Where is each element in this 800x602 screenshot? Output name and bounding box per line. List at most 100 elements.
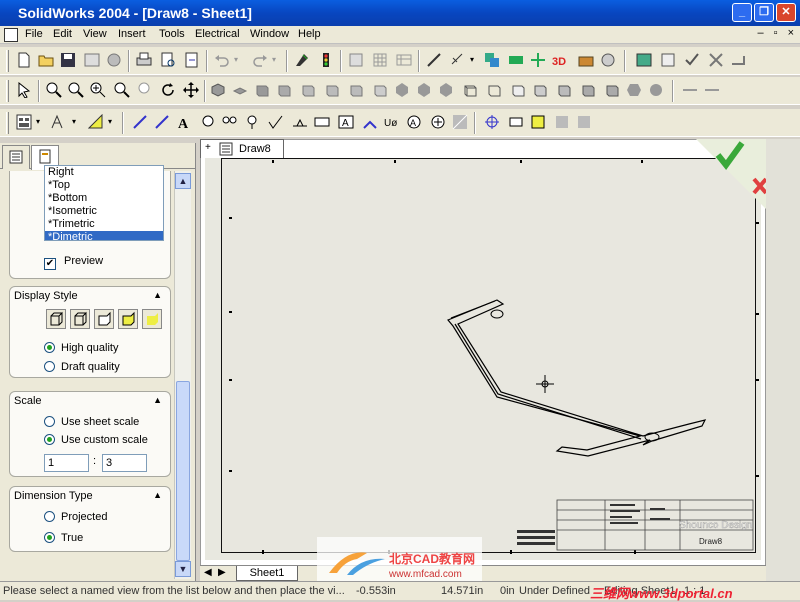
dowel-pin-icon[interactable] (554, 114, 570, 130)
weld-icon[interactable] (708, 52, 724, 68)
traffic-light-icon[interactable] (318, 52, 334, 68)
view-item-dimetric[interactable]: *Dimetric (45, 231, 163, 240)
surface-finish-icon[interactable] (268, 114, 284, 130)
right-view-icon[interactable] (300, 82, 316, 98)
balloon-icon[interactable] (200, 114, 216, 130)
menu-window[interactable]: Window (250, 28, 289, 40)
menu-insert[interactable]: Insert (118, 28, 146, 40)
menu-help[interactable]: Help (298, 28, 321, 40)
mdi-minimize-button[interactable]: – (758, 27, 764, 39)
print-icon[interactable] (136, 52, 152, 68)
left-view-icon[interactable] (276, 82, 292, 98)
normal-to-icon[interactable] (438, 82, 454, 98)
view-item-isometric[interactable]: *Isometric (45, 205, 163, 218)
undo-icon[interactable] (214, 52, 230, 68)
new-document-icon[interactable] (16, 52, 32, 68)
true-radio[interactable]: True (44, 532, 83, 544)
shadows-icon[interactable] (580, 82, 596, 98)
stacked-balloon-icon[interactable] (244, 114, 260, 130)
view-item-right[interactable]: Right (45, 166, 163, 179)
scroll-tabs-right-icon[interactable]: ▶ (218, 567, 226, 578)
select-icon[interactable] (16, 82, 32, 98)
sheet-tab[interactable]: Sheet1 (236, 566, 298, 581)
collapse-arrow-icon[interactable]: ▲ (153, 290, 162, 300)
expand-tree-icon[interactable]: + (205, 142, 211, 153)
design-checker-icon[interactable] (684, 52, 700, 68)
zoom-selection-icon[interactable] (114, 82, 130, 98)
rendered-icon[interactable] (648, 82, 664, 98)
move-component-icon[interactable] (484, 52, 500, 68)
datum-feature-icon[interactable] (314, 114, 330, 130)
grid-icon[interactable] (372, 52, 388, 68)
note-icon[interactable]: A (176, 114, 192, 130)
page-setup-icon[interactable] (184, 52, 200, 68)
close-button[interactable]: ✕ (776, 3, 796, 22)
smart-dimension-tool-icon[interactable] (132, 114, 148, 130)
parts-icon[interactable] (600, 52, 616, 68)
menu-edit[interactable]: Edit (53, 28, 72, 40)
feature-manager-tab[interactable] (2, 145, 30, 169)
previous-view-icon[interactable] (138, 82, 154, 98)
minimize-button[interactable]: _ (732, 3, 752, 22)
dimetric-view-icon[interactable] (416, 82, 432, 98)
weld-symbol-icon[interactable] (292, 114, 308, 130)
preview-checkbox[interactable]: ✔ Preview (44, 255, 103, 270)
use-custom-scale-radio[interactable]: Use custom scale (44, 434, 148, 446)
restore-button[interactable]: ❐ (754, 3, 774, 22)
shaded-edges-icon[interactable] (532, 82, 548, 98)
use-sheet-scale-radio[interactable]: Use sheet scale (44, 416, 139, 428)
menu-tools[interactable]: Tools (159, 28, 185, 40)
wireframe-icon[interactable] (462, 82, 478, 98)
datum-target-icon[interactable]: A (338, 114, 354, 130)
view-item-bottom[interactable]: *Bottom (45, 192, 163, 205)
top-view-icon[interactable] (324, 82, 340, 98)
drawing-views-icon[interactable] (16, 114, 32, 130)
bottom-view-icon[interactable] (348, 82, 364, 98)
view-orientation-icon[interactable] (210, 82, 226, 98)
geometric-tolerance-icon[interactable] (362, 114, 378, 130)
scroll-thumb[interactable] (176, 381, 190, 561)
shaded-edges-style-button[interactable] (118, 309, 138, 329)
shaded-style-button[interactable] (142, 309, 162, 329)
centerline-icon[interactable] (430, 114, 446, 130)
properties-icon[interactable] (660, 52, 676, 68)
zoom-in-icon[interactable] (90, 82, 106, 98)
sketch-icon[interactable] (426, 52, 442, 68)
hidden-lines-visible-icon[interactable] (486, 82, 502, 98)
make-assembly-icon[interactable] (106, 52, 122, 68)
document-tab[interactable]: + Draw8 (200, 139, 284, 158)
sheet-format-icon[interactable] (508, 52, 524, 68)
zoom-area-icon[interactable] (68, 82, 84, 98)
menu-electrical[interactable]: Electrical (195, 28, 240, 40)
hole-callout-icon[interactable]: Uø (384, 114, 400, 130)
perspective-icon[interactable] (604, 82, 620, 98)
scroll-up-icon[interactable]: ▲ (175, 173, 191, 189)
panel-scrollbar[interactable]: ▲ ▼ (174, 171, 191, 579)
model-items-icon[interactable] (154, 114, 170, 130)
hidden-lines-removed-icon[interactable] (510, 82, 526, 98)
curvature-icon[interactable] (682, 82, 698, 98)
app-menu-icon[interactable] (4, 28, 18, 42)
revision-symbol-icon[interactable] (576, 114, 592, 130)
zoom-to-fit-icon[interactable] (46, 82, 62, 98)
annotation-icon[interactable] (50, 114, 66, 130)
center-mark-icon[interactable]: A (406, 114, 422, 130)
area-hatch-icon[interactable] (452, 114, 468, 130)
view-item-top[interactable]: *Top (45, 179, 163, 192)
draft-quality-radio[interactable]: Draft quality (44, 361, 120, 373)
pan-icon[interactable] (183, 82, 199, 98)
projected-radio[interactable]: Projected (44, 511, 107, 523)
auto-balloon-icon[interactable] (222, 114, 238, 130)
trimetric-view-icon[interactable] (394, 82, 410, 98)
rebuild-icon[interactable] (294, 52, 310, 68)
mdi-restore-button[interactable]: ▫ (774, 27, 778, 39)
scale-denominator-input[interactable]: 3 (102, 454, 147, 472)
back-view-icon[interactable] (254, 82, 270, 98)
save-icon[interactable] (60, 52, 76, 68)
table-icon[interactable] (396, 52, 412, 68)
smart-dimension-icon[interactable] (450, 52, 466, 68)
front-view-icon[interactable] (232, 82, 248, 98)
named-view-list[interactable]: Right *Top *Bottom *Isometric *Trimetric… (44, 165, 164, 241)
print-preview-icon[interactable] (160, 52, 176, 68)
hlv-style-button[interactable] (70, 309, 90, 329)
